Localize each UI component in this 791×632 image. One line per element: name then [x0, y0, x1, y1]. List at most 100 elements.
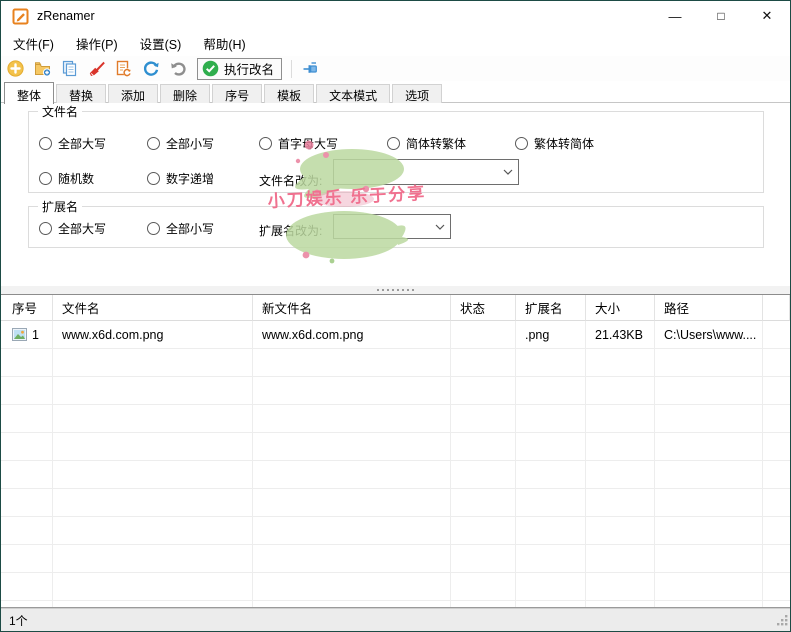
splitter-grip-icon: [377, 289, 414, 291]
table-cell-empty: [516, 517, 586, 545]
menu-file[interactable]: 文件(F): [3, 31, 64, 56]
table-cell-empty: [655, 377, 763, 405]
window-controls: — □ ✕: [652, 1, 790, 31]
extension-combo-label: 扩展名改为:: [259, 222, 322, 239]
table-cell-empty: [586, 489, 655, 517]
chevron-down-icon: [498, 169, 518, 175]
table-cell-empty: [451, 405, 516, 433]
table-cell-empty: [253, 461, 451, 489]
table-header-row: 序号 文件名 新文件名 状态 扩展名 大小 路径: [1, 295, 790, 321]
table-cell-empty: [655, 349, 763, 377]
extension-combo[interactable]: [333, 214, 451, 239]
maximize-button[interactable]: □: [698, 1, 744, 31]
clear-list-icon[interactable]: [87, 59, 106, 78]
table-row-empty: [1, 461, 790, 489]
table-cell-empty: [763, 405, 790, 433]
radio-circle-icon: [515, 137, 528, 150]
tab-options[interactable]: 选项: [392, 84, 442, 103]
table-cell-empty: [253, 517, 451, 545]
table-cell-empty: [53, 517, 253, 545]
radio-circle-icon: [259, 137, 272, 150]
menu-operate[interactable]: 操作(P): [66, 31, 128, 56]
cell-filler: [763, 321, 790, 349]
close-button[interactable]: ✕: [744, 1, 790, 31]
radio-filename-simplified-to-traditional[interactable]: 简体转繁体: [387, 135, 466, 151]
table-cell-empty: [53, 349, 253, 377]
radio-ext-uppercase[interactable]: 全部大写: [39, 220, 106, 236]
table-row-empty: [1, 349, 790, 377]
cell-newname: www.x6d.com.png: [253, 321, 451, 349]
table-cell-empty: [763, 377, 790, 405]
table-cell-empty: [586, 349, 655, 377]
table-cell-empty: [53, 433, 253, 461]
filename-combo-label: 文件名改为:: [259, 172, 322, 189]
image-file-icon: [12, 328, 27, 341]
menu-settings[interactable]: 设置(S): [130, 31, 192, 56]
tab-number[interactable]: 序号: [212, 84, 262, 103]
table-cell-empty: [53, 405, 253, 433]
tab-whole[interactable]: 整体: [4, 82, 54, 104]
table-cell-empty: [451, 517, 516, 545]
table-cell-empty: [451, 377, 516, 405]
table-cell-empty: [451, 349, 516, 377]
radio-filename-random[interactable]: 随机数: [39, 170, 94, 186]
copy-list-icon[interactable]: [60, 59, 79, 78]
toolbar: 执行改名: [1, 56, 790, 81]
column-header-status[interactable]: 状态: [451, 295, 516, 321]
table-cell-empty: [451, 489, 516, 517]
column-header-filename[interactable]: 文件名: [53, 295, 253, 321]
table-cell-empty: [451, 461, 516, 489]
radio-filename-capitalize[interactable]: 首字母大写: [259, 135, 338, 151]
menu-help[interactable]: 帮助(H): [193, 31, 255, 56]
column-header-index[interactable]: 序号: [1, 295, 53, 321]
table-row[interactable]: 1 www.x6d.com.png www.x6d.com.png .png 2…: [1, 321, 790, 349]
file-table: 序号 文件名 新文件名 状态 扩展名 大小 路径 1: [1, 294, 790, 608]
minimize-button[interactable]: —: [652, 1, 698, 31]
table-cell-empty: [586, 573, 655, 601]
tab-text-mode[interactable]: 文本模式: [316, 84, 390, 103]
table-cell-empty: [655, 461, 763, 489]
radio-ext-lowercase[interactable]: 全部小写: [147, 220, 214, 236]
radio-filename-lowercase[interactable]: 全部小写: [147, 135, 214, 151]
table-cell-empty: [586, 601, 655, 608]
tab-replace[interactable]: 替换: [56, 84, 106, 103]
tab-delete[interactable]: 删除: [160, 84, 210, 103]
add-files-icon[interactable]: [6, 59, 25, 78]
radio-filename-increment[interactable]: 数字递增: [147, 170, 214, 186]
table-row-empty: [1, 489, 790, 517]
column-header-extension[interactable]: 扩展名: [516, 295, 586, 321]
tab-add[interactable]: 添加: [108, 84, 158, 103]
radio-circle-icon: [387, 137, 400, 150]
table-cell-empty: [1, 349, 53, 377]
table-cell-empty: [451, 545, 516, 573]
column-header-filler: [763, 295, 790, 321]
table-cell-empty: [655, 517, 763, 545]
filename-combo[interactable]: [333, 159, 519, 185]
column-header-newname[interactable]: 新文件名: [253, 295, 451, 321]
execute-rename-button[interactable]: 执行改名: [197, 58, 282, 80]
refresh-list-icon[interactable]: [114, 59, 133, 78]
table-row-empty: [1, 601, 790, 608]
table-cell-empty: [1, 405, 53, 433]
table-cell-empty: [53, 377, 253, 405]
table-row-empty: [1, 573, 790, 601]
undo-icon[interactable]: [168, 59, 187, 78]
column-header-path[interactable]: 路径: [655, 295, 763, 321]
table-cell-empty: [53, 573, 253, 601]
tab-template[interactable]: 模板: [264, 84, 314, 103]
app-icon: [12, 8, 29, 25]
pin-icon[interactable]: [301, 59, 320, 78]
cell-index-text: 1: [32, 328, 39, 342]
table-row-empty: [1, 405, 790, 433]
table-cell-empty: [253, 377, 451, 405]
resize-grip-icon[interactable]: [776, 614, 788, 629]
table-cell-empty: [586, 377, 655, 405]
add-folder-icon[interactable]: [33, 59, 52, 78]
radio-filename-uppercase[interactable]: 全部大写: [39, 135, 106, 151]
refresh-icon[interactable]: [141, 59, 160, 78]
column-header-size[interactable]: 大小: [586, 295, 655, 321]
table-cell-empty: [516, 461, 586, 489]
panel-splitter[interactable]: [1, 286, 790, 294]
radio-filename-traditional-to-simplified[interactable]: 繁体转简体: [515, 135, 594, 151]
table-cell-empty: [763, 517, 790, 545]
